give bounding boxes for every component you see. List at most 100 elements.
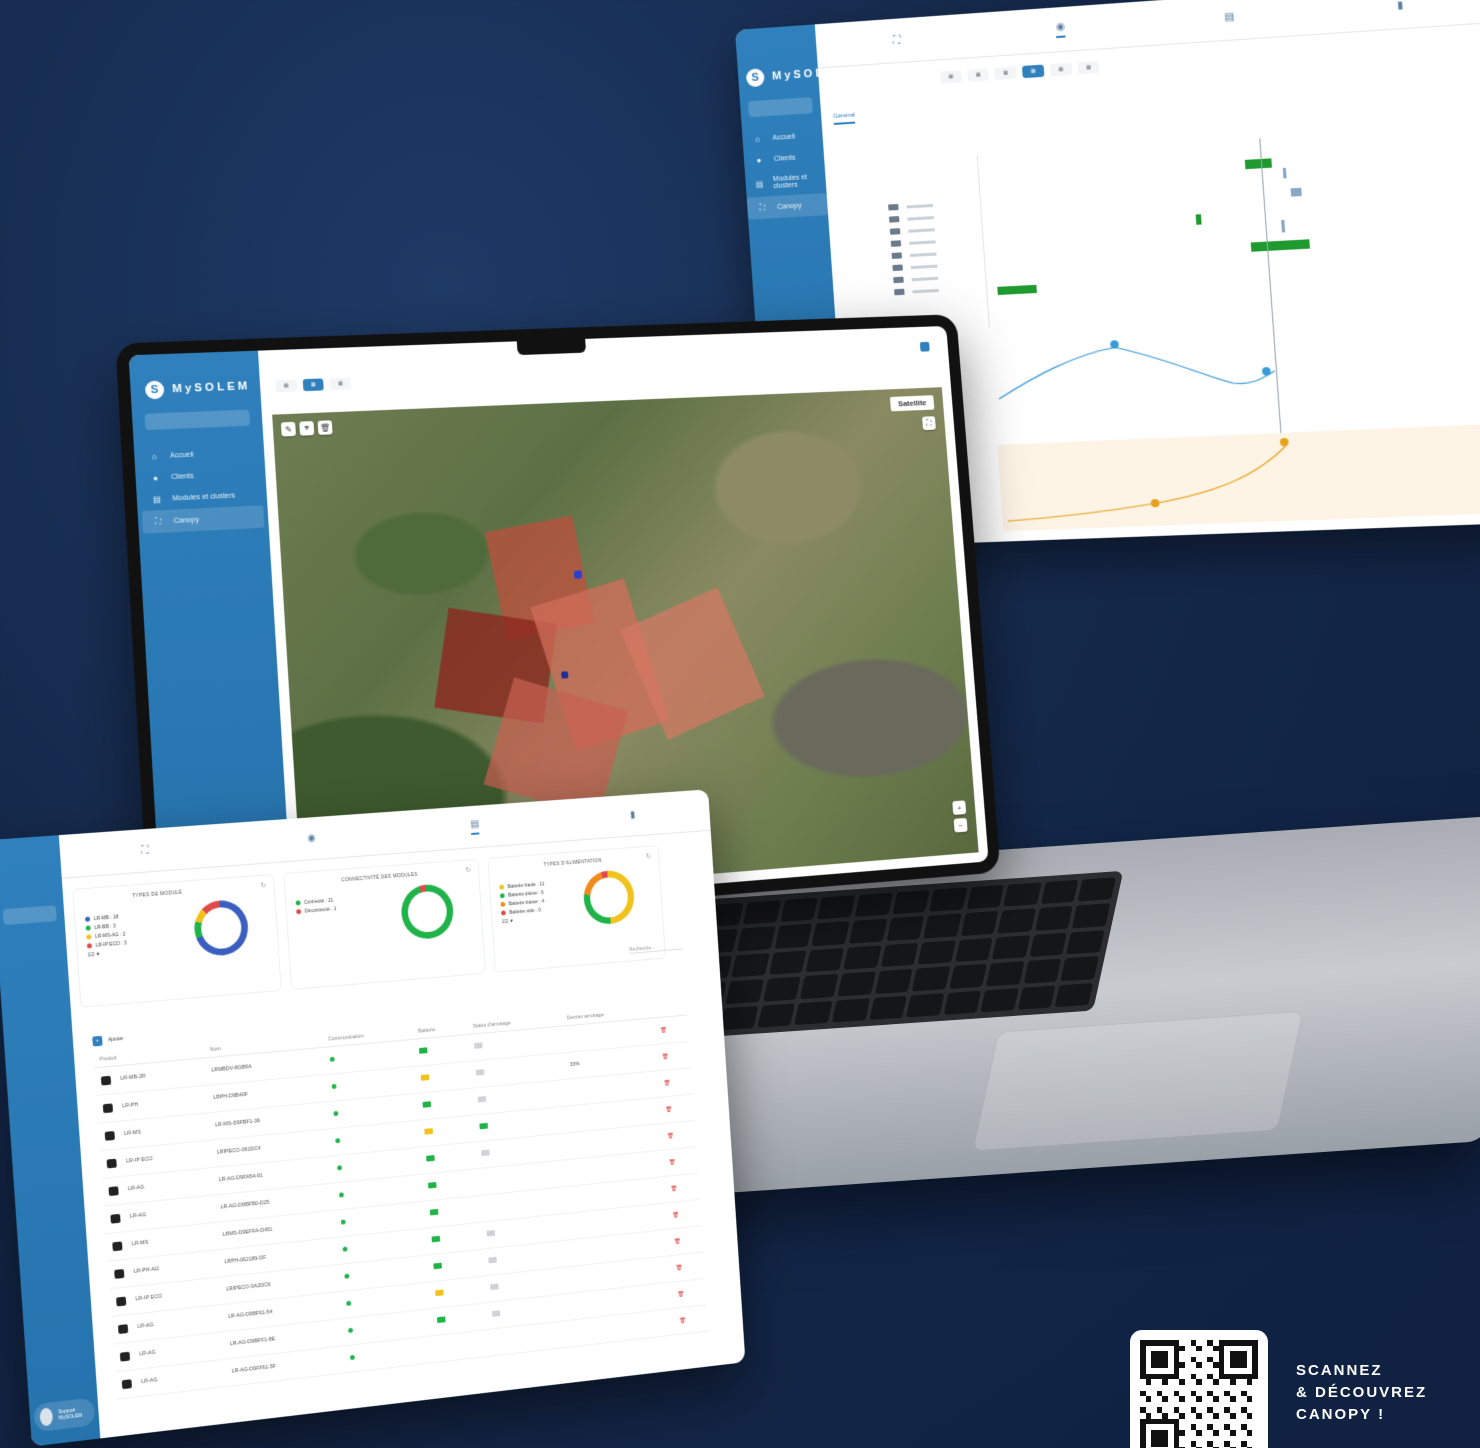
delete-icon[interactable]: 🗑	[662, 1054, 669, 1060]
status-dot	[345, 1300, 351, 1306]
tab-general[interactable]: Général	[833, 112, 856, 125]
module-marker[interactable]	[573, 570, 583, 579]
measure-tool-button[interactable]: ⌖	[299, 421, 315, 436]
status-dot	[342, 1246, 348, 1252]
top-nav-docs[interactable]: ▮	[630, 810, 636, 821]
tab-1[interactable]: ▦	[939, 70, 962, 84]
valve-icon	[490, 1283, 499, 1291]
tab-2[interactable]: ▦	[302, 378, 325, 392]
map-layer-select[interactable]: Satellite	[890, 395, 935, 412]
cell-battery	[432, 1329, 490, 1363]
camera-notch	[516, 338, 587, 356]
refresh-icon[interactable]: ↻	[465, 866, 471, 874]
draw-tool-button[interactable]: ✎	[280, 421, 297, 437]
card-legend: Connecté : 21 Déconnecté : 1	[295, 896, 337, 917]
key	[929, 887, 968, 913]
top-nav-canopy[interactable]: ⛶	[141, 845, 148, 856]
qr-code[interactable]	[1130, 1330, 1268, 1448]
delete-icon[interactable]: 🗑	[672, 1212, 679, 1218]
key	[1055, 982, 1094, 1008]
toggle-button[interactable]	[919, 341, 930, 352]
tab-2[interactable]: ▦	[967, 68, 990, 82]
delete-icon[interactable]: 🗑	[665, 1106, 672, 1112]
legend-label: 1/2 ▼	[87, 950, 101, 958]
key	[1023, 958, 1062, 984]
lane-label	[910, 264, 938, 269]
logo-icon: S	[745, 68, 765, 88]
product-label: LR-MB-2R	[120, 1073, 146, 1082]
sidebar-item-canopy[interactable]: ⛶ Canopy	[746, 192, 829, 220]
top-nav-canopy[interactable]: ⛶	[893, 35, 901, 47]
sidebar-item-canopy[interactable]: ⛶ Canopy	[141, 505, 265, 534]
sidebar-search-input[interactable]	[2, 905, 57, 926]
legend-item[interactable]: Déconnecté : 1	[296, 904, 337, 916]
product-label: LR-AG	[139, 1349, 156, 1358]
sidebar-search-input[interactable]	[144, 409, 251, 431]
refresh-icon[interactable]: ↻	[260, 881, 266, 889]
tab-6[interactable]: ▦	[1077, 60, 1100, 75]
delete-icon[interactable]: 🗑	[677, 1291, 684, 1297]
zoom-out-button[interactable]: −	[953, 817, 968, 833]
legend-dot	[296, 909, 302, 915]
sidebar-item-label: Canopy	[777, 202, 802, 211]
delete-icon[interactable]: 🗑	[679, 1317, 686, 1323]
delete-icon[interactable]: 🗑	[675, 1265, 682, 1271]
key	[943, 990, 982, 1015]
sidebar-item-label: Canopy	[173, 516, 200, 525]
battery-icon	[428, 1181, 437, 1189]
sidebar-search-input[interactable]	[747, 97, 813, 118]
module-icon	[116, 1296, 127, 1306]
product-label: LR-AG	[141, 1377, 158, 1386]
product-label: LR-MS	[124, 1129, 142, 1138]
delete-tool-button[interactable]: 🗑	[317, 420, 333, 435]
battery-icon	[424, 1128, 434, 1135]
product: LR-MS	[104, 1122, 204, 1141]
valve-icon	[491, 1310, 501, 1317]
key	[1040, 879, 1079, 905]
avatar	[39, 1407, 54, 1427]
top-nav-modules[interactable]: ▤	[470, 818, 480, 835]
legend-dot	[295, 900, 301, 906]
key	[874, 969, 913, 994]
tab-4[interactable]: ▦	[1022, 64, 1045, 79]
delete-icon[interactable]: 🗑	[663, 1080, 670, 1086]
qr-caption-line: CANOPY !	[1296, 1406, 1386, 1423]
battery-icon	[419, 1047, 428, 1054]
key	[806, 947, 845, 973]
cell-actions: 🗑	[662, 1146, 698, 1177]
delete-icon[interactable]: 🗑	[670, 1186, 677, 1192]
fullscreen-icon[interactable]: ⛶	[921, 416, 936, 431]
refresh-icon[interactable]: ↻	[646, 852, 652, 860]
zoom-in-button[interactable]: +	[952, 800, 967, 815]
tab-5[interactable]: ▦	[1049, 62, 1073, 77]
legend-item[interactable]: 1/2 ▼	[87, 947, 127, 959]
sidebar-item-label: Clients	[773, 154, 796, 163]
delete-icon[interactable]: 🗑	[667, 1133, 674, 1139]
modules-table: Produit Nom Communication Batterie Statut d'…	[93, 1001, 709, 1399]
modules-window: Support MySOLEM ⛶ ◉ ▤ ▮ TYPES DE MODULE L…	[0, 789, 746, 1447]
tab-3[interactable]: ▦	[994, 66, 1017, 80]
top-nav-docs[interactable]: ▮	[1397, 0, 1404, 12]
plus-icon: +	[92, 1035, 103, 1047]
schedule-mark	[1282, 167, 1287, 179]
status-dot	[329, 1056, 335, 1062]
top-nav-arrosage[interactable]: ◉	[307, 833, 316, 844]
tab-1[interactable]: ▦	[275, 379, 298, 393]
add-button[interactable]: + Ajouter	[92, 1034, 124, 1047]
tab-3[interactable]: ▦	[329, 377, 352, 391]
cell-actions: 🗑	[653, 1014, 690, 1044]
top-nav-modules[interactable]: ▤	[1224, 11, 1235, 23]
delete-icon[interactable]: 🗑	[668, 1159, 675, 1165]
brand-name: MySOLEM	[171, 380, 251, 396]
top-nav-arrosage[interactable]: ◉	[1055, 20, 1066, 38]
key	[891, 890, 930, 915]
lane-labels	[888, 199, 940, 298]
humidity-line	[996, 340, 1276, 399]
key	[780, 897, 819, 923]
summary-card: CONNECTIVITÉ DES MODULES Connecté : 21 Déc…	[283, 858, 486, 991]
support-user[interactable]: Support MySOLEM	[33, 1397, 96, 1433]
delete-icon[interactable]: 🗑	[660, 1027, 667, 1033]
delete-icon[interactable]: 🗑	[674, 1238, 681, 1244]
donut-hole	[588, 876, 630, 919]
module-marker[interactable]	[561, 671, 569, 679]
